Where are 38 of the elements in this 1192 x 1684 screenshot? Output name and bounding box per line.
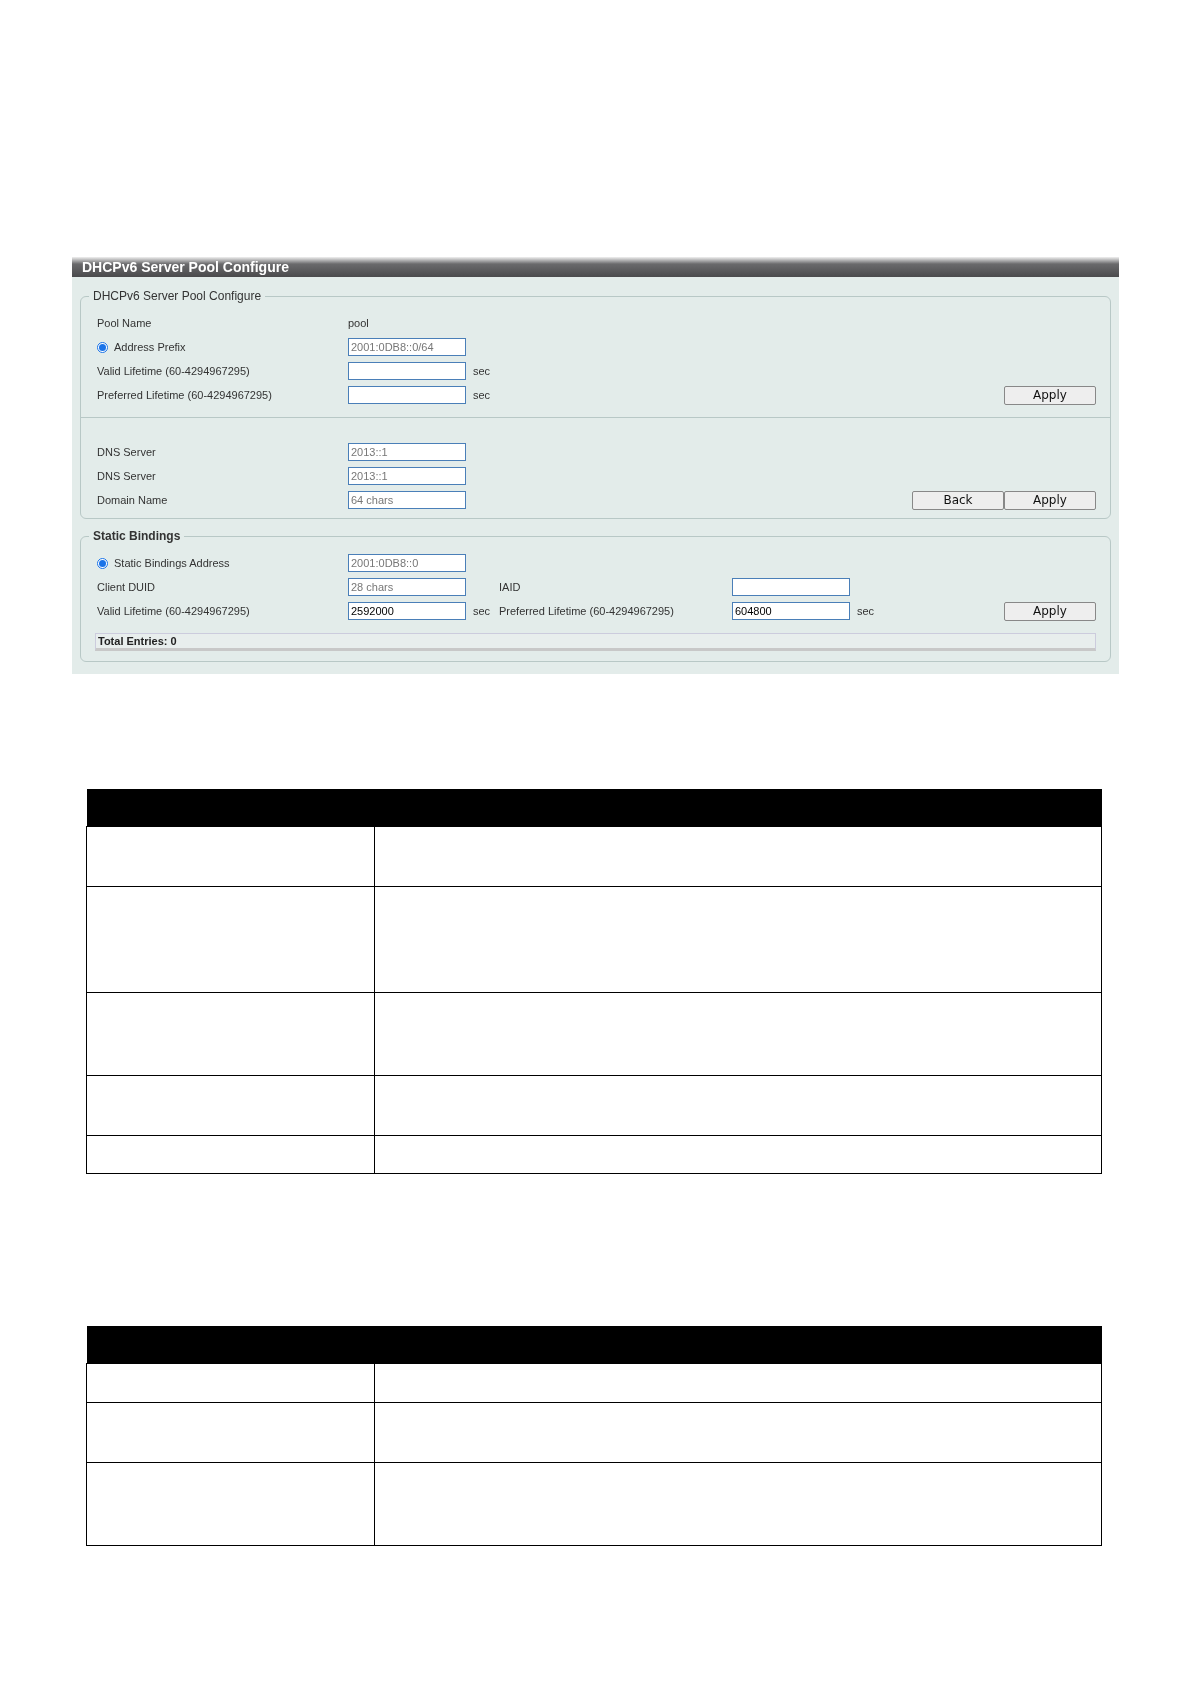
- field-label: Valid Lifetime (60-4294967295): [97, 365, 250, 377]
- unit-label: sec: [857, 605, 875, 617]
- panel-title: DHCPv6 Server Pool Configure: [72, 257, 1119, 277]
- radio-button[interactable]: [97, 341, 108, 353]
- input-field[interactable]: 64 chars: [348, 491, 466, 509]
- field-label: Preferred Lifetime (60-4294967295): [499, 605, 674, 617]
- fieldset-legend: DHCPv6 Server Pool Configure: [89, 289, 266, 303]
- input-field[interactable]: [348, 362, 466, 380]
- pool-name-value: pool: [348, 317, 369, 329]
- input-field[interactable]: 28 chars: [348, 578, 466, 596]
- unit-label: sec: [473, 365, 491, 377]
- field-label: DNS Server: [97, 446, 156, 458]
- input-field[interactable]: 2013::1: [348, 467, 466, 485]
- input-field[interactable]: [732, 578, 850, 596]
- field-label: Valid Lifetime (60-4294967295): [97, 605, 250, 617]
- total-entries-bar: Total Entries: 0: [95, 633, 1096, 651]
- input-field[interactable]: 2592000: [348, 602, 466, 620]
- field-label: Domain Name: [97, 494, 168, 506]
- input-field[interactable]: [348, 386, 466, 404]
- field-label: Client DUID: [97, 581, 156, 593]
- field-label: Preferred Lifetime (60-4294967295): [97, 389, 272, 401]
- input-field[interactable]: 2013::1: [348, 443, 466, 461]
- back-button[interactable]: Back: [912, 490, 1004, 510]
- field-label: IAID: [499, 581, 521, 593]
- input-field[interactable]: 2001:0DB8::0/64: [348, 338, 466, 356]
- field-label: Pool Name: [97, 317, 152, 329]
- unit-label: sec: [473, 389, 491, 401]
- radio-button[interactable]: [97, 557, 108, 569]
- apply-button[interactable]: Apply: [1004, 601, 1096, 621]
- apply-button[interactable]: Apply: [1004, 385, 1096, 405]
- field-label: Static Bindings Address: [114, 557, 230, 569]
- apply-button[interactable]: Apply: [1004, 490, 1096, 510]
- fieldset-legend: Static Bindings: [89, 529, 185, 543]
- field-label: Address Prefix: [114, 341, 186, 353]
- field-label: DNS Server: [97, 470, 156, 482]
- input-field[interactable]: 604800: [732, 602, 850, 620]
- input-field[interactable]: 2001:0DB8::0: [348, 554, 466, 572]
- unit-label: sec: [473, 605, 492, 617]
